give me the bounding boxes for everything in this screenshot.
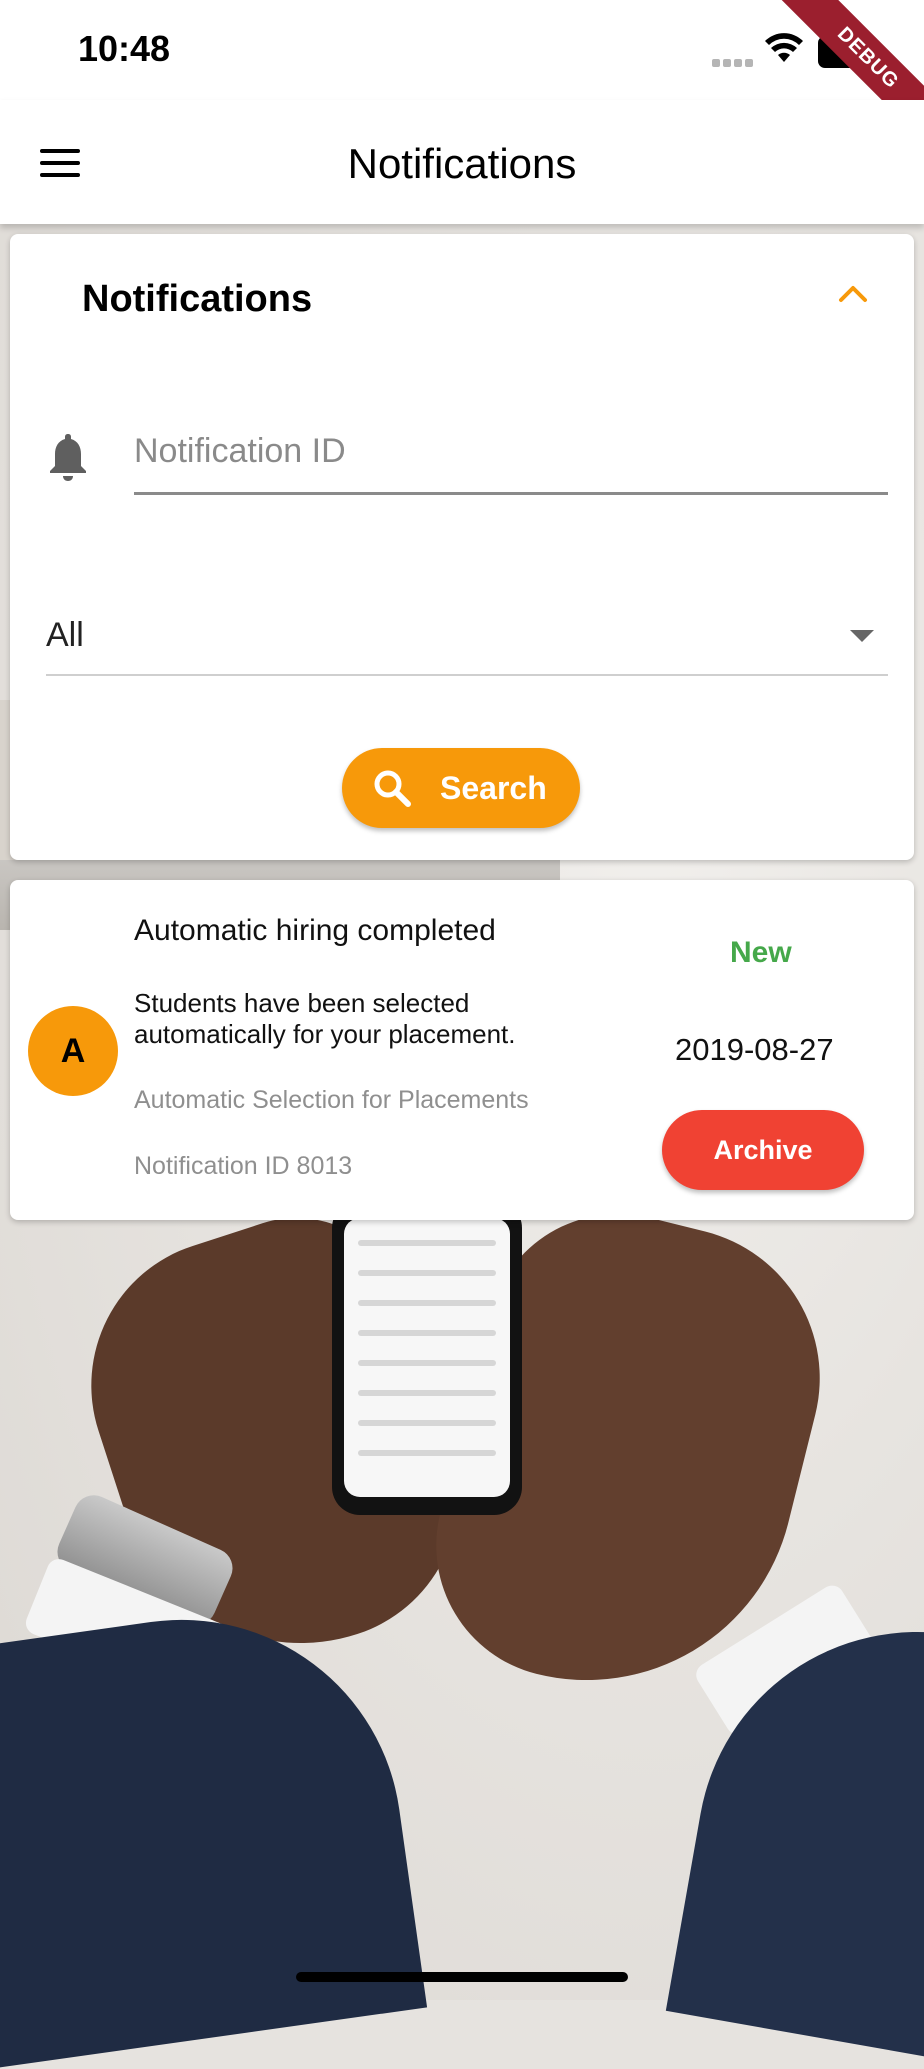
search-button[interactable]: Search	[342, 748, 580, 828]
bell-icon	[50, 434, 86, 481]
background-phone-line	[358, 1450, 496, 1456]
filter-select[interactable]: All	[46, 596, 888, 676]
page-title: Notifications	[347, 140, 577, 187]
app-bar: Notifications	[0, 100, 924, 224]
background-phone-line	[358, 1300, 496, 1306]
search-button-label: Search	[440, 770, 547, 806]
status-badge: New	[730, 936, 792, 969]
background-phone-line	[358, 1420, 496, 1426]
panel-heading: Notifications	[82, 278, 313, 320]
background-phone-line	[358, 1330, 496, 1336]
notification-card[interactable]: A Automatic hiring completed Students ha…	[10, 880, 914, 1220]
notification-title: Automatic hiring completed	[134, 914, 496, 947]
avatar: A	[28, 1006, 118, 1096]
search-icon	[374, 770, 411, 807]
notification-id-input[interactable]	[134, 410, 888, 495]
status-time: 10:48	[78, 28, 171, 69]
notification-date: 2019-08-27	[675, 1032, 834, 1067]
background-phone-line	[358, 1360, 496, 1366]
wifi-icon	[765, 33, 803, 62]
background-phone-line	[358, 1240, 496, 1246]
notification-body: Students have been selected automaticall…	[134, 988, 516, 1049]
archive-button[interactable]: Archive	[662, 1110, 864, 1190]
dropdown-arrow-icon	[850, 630, 874, 642]
search-panel: Notifications All Search	[10, 234, 914, 860]
notification-source: Automatic Selection for Placements	[134, 1086, 529, 1114]
chevron-up-icon[interactable]	[835, 276, 871, 312]
background-phone-line	[358, 1270, 496, 1276]
background-phone	[332, 1200, 522, 1515]
background-phone-line	[358, 1390, 496, 1396]
signal-icon	[712, 54, 756, 67]
home-indicator[interactable]	[296, 1972, 628, 1982]
background-phone-screen	[344, 1218, 510, 1497]
status-bar: 10:48 DEBUG	[0, 0, 924, 165]
notification-id-text: Notification ID 8013	[134, 1152, 353, 1180]
filter-select-value: All	[46, 616, 84, 654]
